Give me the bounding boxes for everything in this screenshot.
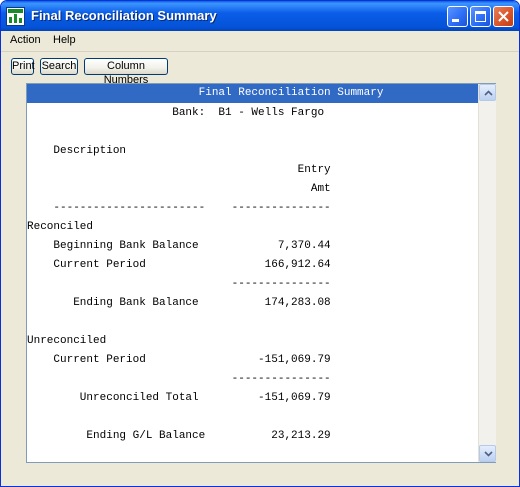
report-window: Final Reconciliation Summary Action Help… [0,0,520,487]
entry-header: Entry [27,164,331,176]
scroll-down-button[interactable] [479,445,496,462]
vertical-scrollbar[interactable] [478,84,496,462]
header-rule: ----------------------- --------------- [27,202,331,214]
report-title-line[interactable]: Final Reconciliation Summary [27,84,478,103]
scroll-up-button[interactable] [479,84,496,101]
unreconciled-current-period-row: Current Period -151,069.79 [27,354,331,366]
menu-bar: Action Help [1,31,519,52]
report-panel: Final Reconciliation Summary Bank: B1 - … [26,83,496,463]
ending-bank-balance-row: Ending Bank Balance 174,283.08 [27,297,331,309]
minimize-icon [452,19,459,22]
bank-line: Bank: B1 - Wells Fargo [27,107,325,119]
window-title: Final Reconciliation Summary [31,8,217,23]
chevron-down-icon [484,451,493,457]
amt-header: Amt [27,183,331,195]
column-numbers-button[interactable]: Column Numbers [84,58,168,86]
description-header: Description [27,145,127,157]
menu-action[interactable]: Action [10,34,41,46]
unreconciled-heading: Unreconciled [27,335,107,347]
unreconciled-total-row: Unreconciled Total -151,069.79 [27,392,331,404]
report-view[interactable]: Final Reconciliation Summary Bank: B1 - … [27,84,478,462]
maximize-button[interactable] [470,6,491,27]
minimize-button[interactable] [447,6,468,27]
title-bar[interactable]: Final Reconciliation Summary [1,1,519,31]
subtotal-rule: --------------- [27,278,331,290]
chevron-up-icon [484,90,493,96]
unreconciled-rule: --------------- [27,373,331,385]
reconciled-heading: Reconciled [27,221,94,233]
close-icon [498,11,509,22]
beginning-bank-balance-row: Beginning Bank Balance 7,370.44 [27,240,331,252]
menu-help[interactable]: Help [53,34,76,46]
search-button[interactable]: Search [40,58,78,75]
close-button[interactable] [493,6,514,27]
current-period-row: Current Period 166,912.64 [27,259,331,271]
print-button[interactable]: Print [11,58,35,75]
maximize-icon [475,11,486,22]
app-icon [6,7,25,26]
toolbar: Print Search Column Numbers [1,53,519,86]
ending-gl-balance-row: Ending G/L Balance 23,213.29 [27,430,331,442]
